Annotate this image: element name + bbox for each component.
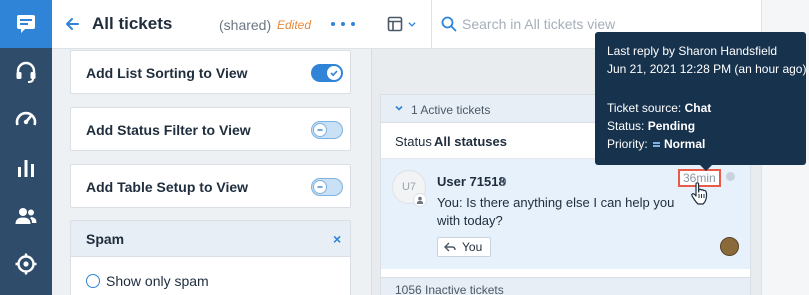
user-icon bbox=[413, 193, 427, 207]
tooltip-source: Ticket source: Chat bbox=[607, 101, 711, 115]
reply-icon bbox=[444, 242, 456, 252]
minus-icon bbox=[313, 123, 327, 137]
search-icon bbox=[441, 16, 457, 32]
target-icon bbox=[15, 253, 37, 275]
back-arrow-icon[interactable] bbox=[64, 15, 80, 33]
chevron-down-icon bbox=[407, 22, 416, 27]
nav-customers[interactable] bbox=[0, 192, 52, 240]
inactive-tickets-label: 1056 Inactive tickets bbox=[395, 283, 504, 295]
tooltip-source-label: Ticket source: bbox=[607, 101, 682, 115]
table-setup-label: Add Table Setup to View bbox=[86, 179, 249, 195]
last-reply-author: You bbox=[462, 240, 483, 254]
priority-normal-icon bbox=[653, 141, 661, 147]
layout-icon bbox=[387, 16, 402, 32]
ticket-requester: User 71518 bbox=[437, 174, 506, 189]
tooltip-status: Status: Pending bbox=[607, 119, 695, 133]
tooltip-priority: Priority: Normal bbox=[607, 137, 705, 151]
nav-rail bbox=[0, 0, 52, 295]
headset-icon bbox=[16, 61, 36, 83]
status-filter-label: Add Status Filter to View bbox=[86, 122, 251, 138]
agent-avatar bbox=[720, 237, 739, 256]
bar-chart-icon bbox=[18, 160, 34, 177]
view-settings-panel: All tickets (shared) Edited Add List Sor… bbox=[52, 0, 372, 295]
table-setup-toggle[interactable] bbox=[311, 178, 343, 196]
chevron-down-icon bbox=[395, 105, 403, 111]
inactive-tickets-header[interactable]: 1056 Inactive tickets bbox=[381, 277, 750, 295]
hand-cursor-icon bbox=[691, 182, 708, 205]
view-title: All tickets bbox=[92, 14, 173, 33]
tooltip-source-value: Chat bbox=[684, 101, 712, 115]
list-sorting-setting: Add List Sorting to View bbox=[70, 50, 351, 94]
table-setup-setting: Add Table Setup to View bbox=[70, 164, 351, 208]
tooltip-status-label: Status: bbox=[607, 119, 645, 133]
active-tickets-label: 1 Active tickets bbox=[411, 103, 491, 117]
status-filter-setting: Add Status Filter to View bbox=[70, 107, 351, 151]
ticket-row[interactable]: U7 User 71518 9 You: Is there anything e… bbox=[381, 159, 750, 269]
spam-filter-title: Spam bbox=[86, 231, 125, 247]
nav-dashboard[interactable] bbox=[0, 96, 52, 144]
status-filter-toggle[interactable] bbox=[311, 121, 343, 139]
tooltip-date: Jun 21, 2021 12:28 PM (an hour ago) bbox=[607, 62, 807, 76]
check-icon bbox=[327, 66, 341, 80]
view-shared-label: (shared) bbox=[219, 17, 272, 33]
status-dot bbox=[726, 172, 735, 181]
spam-filter-card: Spam × Show only spam bbox=[70, 220, 351, 295]
nav-tracking[interactable] bbox=[0, 240, 52, 288]
tooltip-priority-label: Priority: bbox=[607, 137, 648, 151]
edited-badge: Edited bbox=[277, 18, 312, 32]
minus-icon bbox=[313, 180, 327, 194]
gauge-icon bbox=[15, 111, 37, 126]
ticket-message-count: 9 bbox=[500, 175, 507, 189]
show-only-spam-label[interactable]: Show only spam bbox=[106, 273, 209, 289]
dot-icon bbox=[331, 22, 335, 26]
close-icon[interactable]: × bbox=[333, 231, 341, 247]
dot-icon bbox=[351, 22, 355, 26]
tooltip-status-value: Pending bbox=[647, 119, 696, 133]
chat-icon bbox=[17, 15, 35, 33]
tooltip-arrow bbox=[699, 164, 713, 171]
dot-icon bbox=[341, 22, 345, 26]
last-reply-tooltip: Last reply by Sharon Handsfield Jun 21, … bbox=[595, 32, 806, 165]
layout-switcher-button[interactable] bbox=[372, 0, 432, 48]
list-sorting-label: Add List Sorting to View bbox=[86, 65, 248, 81]
show-only-spam-radio[interactable] bbox=[86, 274, 100, 288]
last-reply-chip: You bbox=[437, 237, 492, 257]
nav-reports[interactable] bbox=[0, 144, 52, 192]
spam-filter-header: Spam × bbox=[71, 221, 350, 257]
users-icon bbox=[15, 208, 37, 224]
nav-support[interactable] bbox=[0, 48, 52, 96]
more-options-button[interactable] bbox=[331, 14, 355, 34]
ticket-last-message: You: Is there anything else I can help y… bbox=[437, 195, 675, 228]
nav-chat[interactable] bbox=[0, 0, 52, 48]
list-sorting-toggle[interactable] bbox=[311, 64, 343, 82]
tooltip-last-reply: Last reply by Sharon Handsfield bbox=[607, 44, 778, 58]
view-header: All tickets (shared) Edited bbox=[52, 0, 372, 49]
status-filter-value: All statuses bbox=[434, 134, 507, 149]
status-filter-label: Status bbox=[395, 134, 432, 149]
tooltip-priority-value: Normal bbox=[664, 137, 706, 151]
